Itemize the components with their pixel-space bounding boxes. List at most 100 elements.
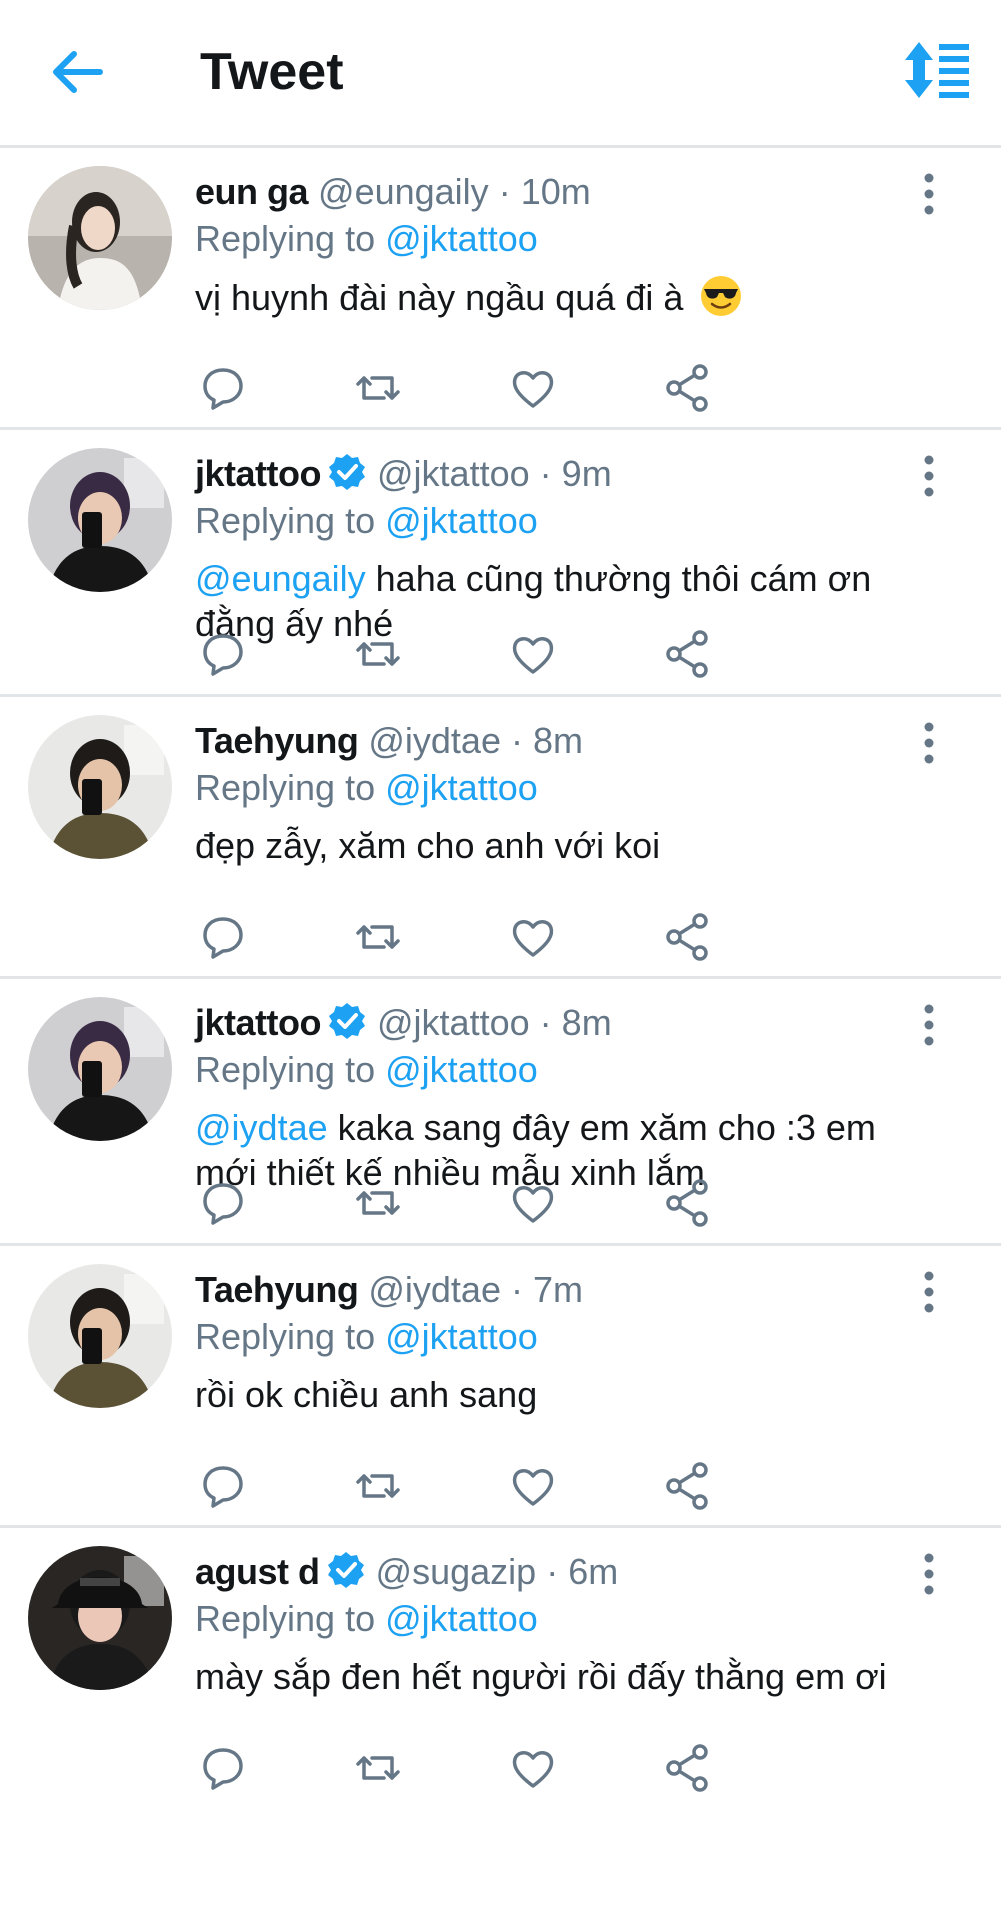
retweet-button[interactable] [350,1458,406,1514]
timestamp[interactable]: 10m [521,171,591,212]
like-icon [512,637,554,674]
user-name[interactable]: jktattoo [195,1002,322,1043]
verified-badge-icon [329,454,365,490]
tweet-item[interactable]: eun ga @eungaily · 10m Replying to @jkta… [0,148,1001,430]
replying-to-link[interactable]: @jktattoo [385,1316,538,1357]
verified-badge-icon [327,1552,364,1588]
share-button[interactable] [660,360,716,416]
separator-dot: · [498,171,511,212]
like-button[interactable] [505,909,561,965]
like-button[interactable] [505,1740,561,1796]
reply-button[interactable] [195,1175,251,1231]
avatar[interactable] [28,997,172,1141]
share-button[interactable] [660,909,716,965]
user-name[interactable]: agust d [195,1551,320,1592]
avatar[interactable] [28,1264,172,1408]
separator-dot: · [510,720,523,761]
user-handle[interactable]: @iydtae [368,720,501,761]
user-handle[interactable]: @sugazip [376,1551,537,1592]
user-handle[interactable]: @jktattoo [377,1002,530,1043]
user-name[interactable]: Taehyung [195,1269,359,1310]
timestamp[interactable]: 8m [562,1002,612,1043]
more-options-button[interactable] [917,1001,941,1049]
share-button[interactable] [660,1458,716,1514]
tweet-item[interactable]: jktattoo @jktattoo · 8m Replying to @jkta… [0,979,1001,1246]
retweet-button[interactable] [350,626,406,682]
tweet-actions [195,1740,835,1796]
verified-slot [320,1551,366,1592]
more-vertical-icon [924,173,934,215]
replying-to-line: Replying to @jktattoo [195,1047,941,1093]
user-handle[interactable]: @jktattoo [377,453,530,494]
more-options-button[interactable] [917,452,941,500]
like-icon [512,1469,554,1506]
replying-to-link[interactable]: @jktattoo [385,500,538,541]
tweet-item[interactable]: Taehyung @iydtae · 7m Replying to @jktatt… [0,1246,1001,1528]
user-name[interactable]: eun ga [195,171,309,212]
replying-to-label: Replying to [195,500,376,541]
tweet-item[interactable]: jktattoo @jktattoo · 9m Replying to @jkta… [0,430,1001,697]
back-button[interactable] [48,42,108,102]
tweet-header: jktattoo @jktattoo · 8m [195,999,941,1047]
share-button[interactable] [660,1175,716,1231]
reply-button[interactable] [195,1740,251,1796]
retweet-button[interactable] [350,909,406,965]
user-name[interactable]: jktattoo [195,453,322,494]
replying-to-line: Replying to @jktattoo [195,1314,941,1360]
like-button[interactable] [505,1458,561,1514]
retweet-button[interactable] [350,360,406,416]
avatar[interactable] [28,1546,172,1690]
timestamp[interactable]: 8m [533,720,583,761]
retweet-icon [356,925,400,949]
replying-to-link[interactable]: @jktattoo [385,218,538,259]
like-button[interactable] [505,1175,561,1231]
user-handle[interactable]: @eungaily [318,171,489,212]
share-icon [666,630,708,678]
retweet-button[interactable] [350,1740,406,1796]
timestamp[interactable]: 7m [533,1269,583,1310]
reply-button[interactable] [195,1458,251,1514]
tweet-item[interactable]: Taehyung @iydtae · 8m Replying to @jktatt… [0,697,1001,979]
more-vertical-icon [924,1271,934,1313]
reply-button[interactable] [195,626,251,682]
mention-link[interactable]: @iydtae [195,1107,328,1148]
tweet-header: eun ga @eungaily · 10m [195,168,941,216]
user-handle[interactable]: @iydtae [368,1269,501,1310]
share-button[interactable] [660,1740,716,1796]
like-button[interactable] [505,626,561,682]
replying-to-link[interactable]: @jktattoo [385,1598,538,1639]
like-icon [512,1186,554,1223]
arrow-left-icon [53,51,103,93]
more-options-button[interactable] [917,719,941,767]
share-button[interactable] [660,626,716,682]
reply-icon [203,917,243,959]
more-options-button[interactable] [917,1550,941,1598]
avatar[interactable] [28,715,172,859]
retweet-button[interactable] [350,1175,406,1231]
reply-icon [203,368,243,410]
replying-to-link[interactable]: @jktattoo [385,767,538,808]
timestamp[interactable]: 9m [562,453,612,494]
more-options-button[interactable] [917,170,941,218]
replying-to-label: Replying to [195,767,376,808]
more-options-button[interactable] [917,1268,941,1316]
tweet-text-content: đẹp zẫy, xăm cho anh với koi [195,825,661,866]
reply-button[interactable] [195,909,251,965]
tweet-actions [195,626,835,682]
tweet-item[interactable]: agust d @sugazip · 6m Replying to @jktatt… [0,1528,1001,1928]
tweet-text-content: vị huynh đài này ngầu quá đi à [195,277,684,318]
user-name[interactable]: Taehyung [195,720,359,761]
share-icon [666,913,708,961]
avatar[interactable] [28,448,172,592]
replying-to-label: Replying to [195,1598,376,1639]
avatar[interactable] [28,166,172,310]
mention-link[interactable]: @eungaily [195,558,366,599]
replying-to-link[interactable]: @jktattoo [385,1049,538,1090]
smiling-face-with-sunglasses-icon [701,276,742,316]
retweet-icon [356,1756,400,1780]
reply-button[interactable] [195,360,251,416]
like-button[interactable] [505,360,561,416]
timestamp[interactable]: 6m [568,1551,618,1592]
separator-dot: · [539,1002,552,1043]
sort-button[interactable] [901,40,973,100]
